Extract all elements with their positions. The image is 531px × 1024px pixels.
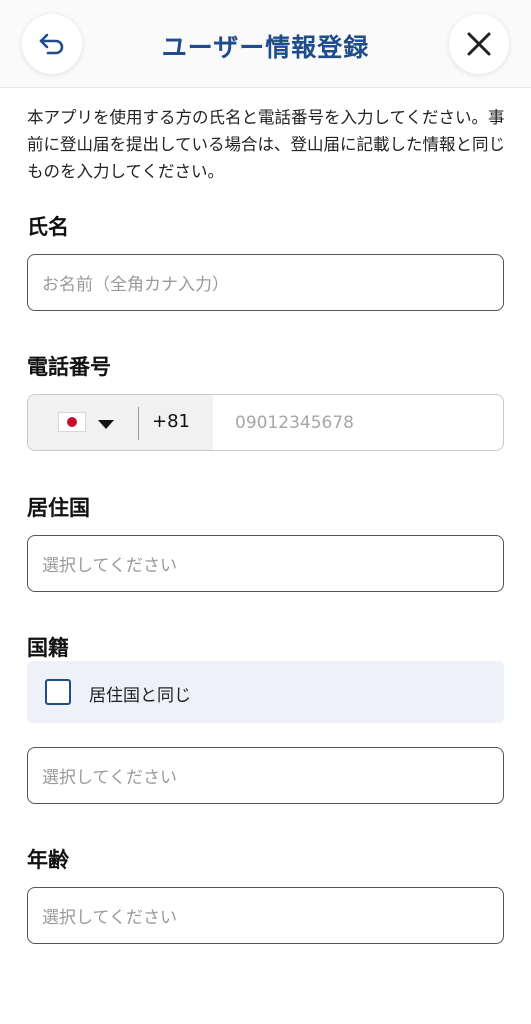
name-label: 氏名 xyxy=(27,215,69,239)
residence-label: 居住国 xyxy=(27,496,90,520)
close-icon xyxy=(467,32,491,56)
age-select[interactable]: 選択してください xyxy=(27,887,504,944)
same-as-residence-option[interactable]: 居住国と同じ xyxy=(27,661,504,723)
country-code-selector[interactable]: +81 xyxy=(28,395,213,450)
same-as-residence-label: 居住国と同じ xyxy=(89,686,191,706)
age-label: 年齢 xyxy=(27,848,69,872)
close-button[interactable] xyxy=(449,14,509,74)
divider xyxy=(138,407,139,440)
phone-field: +81 09012345678 xyxy=(27,394,504,451)
intro-text: 本アプリを使用する方の氏名と電話番号を入力してください。事前に登山届を提出してい… xyxy=(27,108,506,181)
nationality-select[interactable]: 選択してください xyxy=(27,747,504,804)
caret-down-icon xyxy=(98,420,114,429)
japan-flag-icon xyxy=(58,412,86,432)
same-as-residence-checkbox[interactable] xyxy=(45,679,71,705)
phone-label: 電話番号 xyxy=(27,355,111,379)
header-bar: ユーザー情報登録 xyxy=(0,0,531,88)
dial-code: +81 xyxy=(152,411,190,432)
residence-select[interactable]: 選択してください xyxy=(27,535,504,592)
phone-number-input[interactable]: 09012345678 xyxy=(213,395,503,450)
nationality-label: 国籍 xyxy=(27,636,69,660)
name-input[interactable]: お名前（全角カナ入力） xyxy=(27,254,504,311)
